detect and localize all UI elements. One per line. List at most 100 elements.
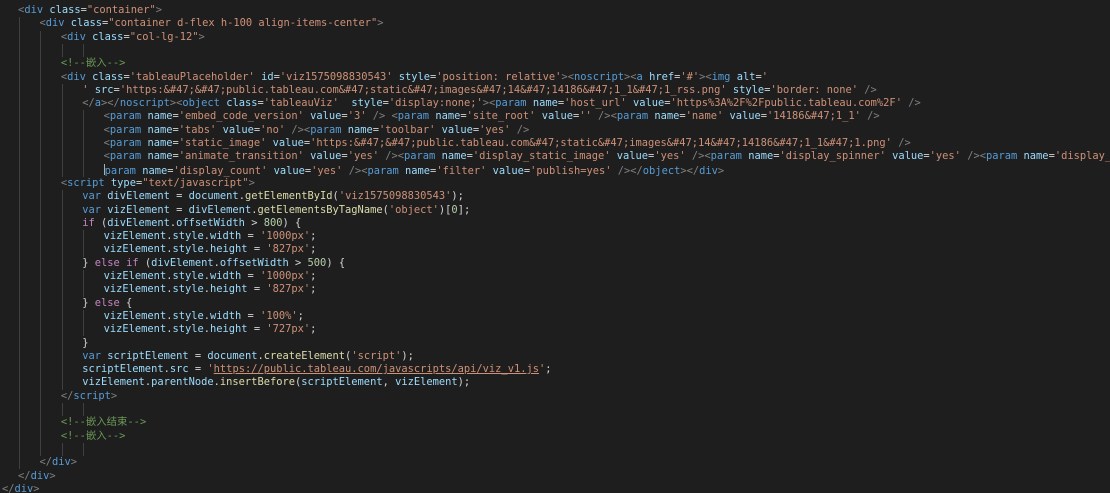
- code-token: name: [147, 110, 173, 123]
- code-token[interactable]: https://public.tableau.com/javascripts/a…: [214, 363, 539, 375]
- code-token: name: [654, 110, 680, 123]
- code-token: />: [516, 123, 530, 136]
- code-token: vizElement: [395, 376, 458, 389]
- code-token: 'tableauViz': [263, 97, 339, 110]
- indent-guide: [83, 403, 85, 417]
- code-token: name: [1023, 150, 1049, 163]
- code-token: 500: [307, 256, 327, 269]
- code-token: param: [495, 97, 527, 110]
- code-token: (: [138, 256, 152, 269]
- code-token: >: [110, 389, 118, 402]
- indent-guide: [40, 30, 42, 457]
- code-token: insertBefore: [219, 376, 295, 389]
- code-token: "text/javascript": [142, 176, 249, 189]
- code-token: div: [45, 17, 65, 30]
- code-token: divElement: [107, 190, 170, 203]
- code-token: 'toolbar': [379, 123, 436, 136]
- code-line: if (divElement.offsetWidth > 800) {: [82, 217, 301, 230]
- code-token: 'position: relative': [436, 70, 562, 83]
- code-line: <param name='embed_code_version' value='…: [104, 110, 880, 123]
- code-token: param: [104, 164, 136, 177]
- code-token: ;: [310, 270, 317, 282]
- code-token: ;: [310, 283, 317, 296]
- code-token: </: [82, 97, 95, 110]
- code-token: 'static_image': [178, 137, 267, 149]
- code-token: <!--嵌入-->: [60, 57, 126, 70]
- code-line: </script>: [61, 390, 117, 403]
- code-token: style: [172, 283, 204, 296]
- indent-guide: [83, 270, 85, 297]
- code-token: name: [435, 110, 461, 123]
- code-line: param name='display_count' value='yes' /…: [103, 163, 725, 177]
- code-token: />: [598, 110, 611, 123]
- code-token: name: [147, 150, 173, 163]
- code-token: 'yes': [347, 150, 379, 163]
- code-token: style: [172, 243, 204, 256]
- code-token: name: [347, 123, 373, 136]
- code-token: name: [147, 137, 173, 149]
- code-token: 'yes': [311, 164, 343, 177]
- code-token: 'viz1575098830543': [338, 190, 452, 203]
- code-token: 'tableauPlaceholder': [129, 70, 255, 83]
- code-token: noscript: [573, 70, 624, 83]
- code-token: vizElement: [82, 376, 145, 389]
- code-token: vizElement: [103, 283, 167, 296]
- code-token: value: [541, 110, 573, 123]
- code-token: parentNode: [151, 376, 214, 389]
- code-token: value: [616, 150, 649, 163]
- code-token: vizElement: [107, 203, 170, 216]
- code-token: param: [404, 150, 436, 163]
- code-line: var divElement = document.getElementById…: [82, 190, 464, 203]
- code-token: vizElement: [103, 230, 167, 243]
- code-token: ': [761, 70, 769, 83]
- code-editor[interactable]: <div class="container"> <div class="conta…: [0, 0, 1110, 493]
- code-line: <script type="text/javascript">: [61, 177, 255, 190]
- code-token: name: [441, 150, 467, 163]
- code-token: =: [247, 243, 267, 256]
- code-token: '100%': [260, 309, 298, 322]
- code-line: } else {: [82, 297, 132, 310]
- code-token: =: [241, 270, 261, 282]
- code-token: div: [51, 456, 71, 469]
- code-token: param: [109, 123, 142, 136]
- code-token: param: [310, 123, 342, 136]
- code-token: class: [70, 17, 103, 30]
- code-token: 'viz1575098830543': [279, 70, 393, 83]
- indent-guide: [61, 43, 63, 58]
- code-token: name: [532, 97, 558, 110]
- code-token: />: [691, 150, 705, 163]
- code-token: param: [109, 150, 142, 163]
- code-token: =: [169, 190, 189, 203]
- code-token: param: [109, 110, 142, 123]
- code-line: <!--嵌入-->: [61, 430, 126, 443]
- indent-guide: [19, 17, 21, 470]
- code-token: );: [451, 190, 464, 203]
- code-line: <!--嵌入结束-->: [61, 416, 146, 429]
- code-token: ) {: [326, 256, 346, 269]
- code-token: src: [94, 83, 114, 96]
- code-token: />: [864, 83, 877, 96]
- code-token: ;: [310, 230, 317, 243]
- code-token: =: [241, 230, 261, 243]
- code-token: />: [867, 110, 880, 123]
- code-token: vizElement: [103, 243, 167, 256]
- code-line: <div class='tableauPlaceholder' id='viz1…: [61, 71, 768, 84]
- code-token: </: [60, 389, 74, 402]
- code-token: 'yes': [929, 150, 961, 163]
- code-token: value: [222, 123, 254, 136]
- code-token: </: [107, 97, 120, 110]
- code-token: document: [188, 190, 239, 203]
- code-token: object: [642, 164, 681, 177]
- code-token: =: [241, 309, 261, 322]
- code-line: <div class="container">: [18, 4, 162, 17]
- code-token: 'object': [388, 203, 439, 216]
- code-token: scriptElement: [301, 376, 383, 389]
- code-token: 'tabs': [178, 123, 217, 136]
- code-token: div: [67, 30, 86, 43]
- code-token: value: [892, 150, 924, 163]
- code-token: >: [717, 164, 725, 177]
- code-token: 800: [263, 216, 283, 229]
- code-token: value: [272, 137, 304, 149]
- code-token: =: [169, 203, 189, 216]
- code-token: href: [649, 70, 675, 83]
